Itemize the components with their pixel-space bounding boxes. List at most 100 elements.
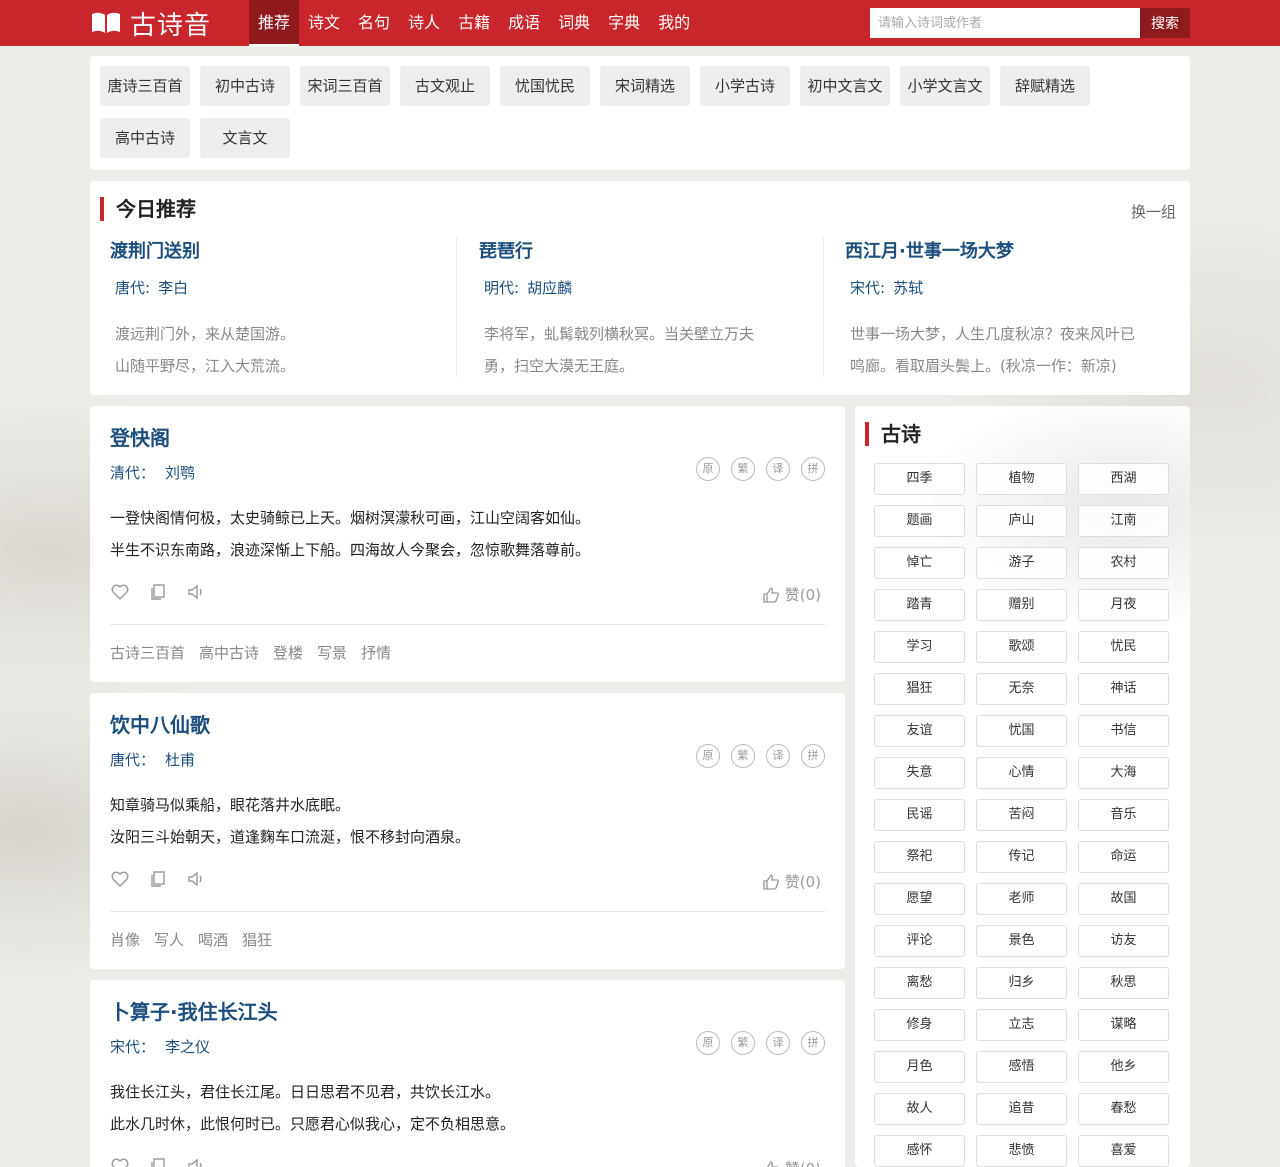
original-text-button[interactable]: 原 xyxy=(696,457,720,481)
author-link[interactable]: 刘鹗 xyxy=(165,464,195,482)
sidebar-tag[interactable]: 四季 xyxy=(874,463,965,495)
like-button[interactable]: 赞(0) xyxy=(761,871,821,892)
sidebar-tag[interactable]: 心情 xyxy=(976,757,1067,789)
sidebar-tag[interactable]: 西湖 xyxy=(1078,463,1169,495)
pinyin-button[interactable]: 拼 xyxy=(801,457,825,481)
sidebar-tag[interactable]: 赠别 xyxy=(976,589,1067,621)
poem-title[interactable]: 卜算子·我住长江头 xyxy=(110,996,278,1025)
sidebar-tag[interactable]: 命运 xyxy=(1078,841,1169,873)
sidebar-tag[interactable]: 友谊 xyxy=(874,715,965,747)
nav-item-classics[interactable]: 古籍 xyxy=(449,0,499,46)
nav-item-recommend[interactable]: 推荐 xyxy=(249,0,300,46)
poem-tag[interactable]: 猖狂 xyxy=(242,929,272,950)
poem-tag[interactable]: 写景 xyxy=(317,642,347,663)
nav-item-poems[interactable]: 诗文 xyxy=(299,0,349,46)
original-text-button[interactable]: 原 xyxy=(696,744,720,768)
category-button[interactable]: 辞赋精选 xyxy=(1000,66,1090,106)
sidebar-tag[interactable]: 春愁 xyxy=(1078,1093,1169,1125)
category-button[interactable]: 宋词三百首 xyxy=(300,66,390,106)
sidebar-tag[interactable]: 音乐 xyxy=(1078,799,1169,831)
sidebar-tag[interactable]: 大海 xyxy=(1078,757,1169,789)
category-button[interactable]: 文言文 xyxy=(200,118,290,158)
category-button[interactable]: 古文观止 xyxy=(400,66,490,106)
poem-tag[interactable]: 高中古诗 xyxy=(199,642,259,663)
sidebar-tag[interactable]: 立志 xyxy=(976,1009,1067,1041)
category-button[interactable]: 高中古诗 xyxy=(100,118,190,158)
sidebar-tag[interactable]: 感悟 xyxy=(976,1051,1067,1083)
sidebar-tag[interactable]: 无奈 xyxy=(976,673,1067,705)
sidebar-tag[interactable]: 老师 xyxy=(976,883,1067,915)
sidebar-tag[interactable]: 谋略 xyxy=(1078,1009,1169,1041)
sidebar-tag[interactable]: 归乡 xyxy=(976,967,1067,999)
sidebar-tag[interactable]: 学习 xyxy=(874,631,965,663)
sidebar-tag[interactable]: 民谣 xyxy=(874,799,965,831)
poem-tag[interactable]: 喝酒 xyxy=(198,929,228,950)
translation-button[interactable]: 译 xyxy=(766,744,790,768)
search-button[interactable]: 搜索 xyxy=(1140,8,1190,38)
sidebar-tag[interactable]: 农村 xyxy=(1078,547,1169,579)
sidebar-tag[interactable]: 猖狂 xyxy=(874,673,965,705)
sidebar-tag[interactable]: 秋思 xyxy=(1078,967,1169,999)
nav-item-characters[interactable]: 字典 xyxy=(599,0,649,46)
sidebar-tag[interactable]: 景色 xyxy=(976,925,1067,957)
nav-item-dictionary[interactable]: 词典 xyxy=(549,0,599,46)
sidebar-tag[interactable]: 访友 xyxy=(1078,925,1169,957)
sidebar-tag[interactable]: 苦闷 xyxy=(976,799,1067,831)
recommend-poem-title[interactable]: 琵琶行 xyxy=(479,237,822,263)
sidebar-tag[interactable]: 故人 xyxy=(874,1093,965,1125)
nav-item-mine[interactable]: 我的 xyxy=(649,0,699,46)
author-link[interactable]: 胡应麟 xyxy=(527,279,572,297)
recommend-poem-title[interactable]: 西江月·世事一场大梦 xyxy=(845,237,1178,263)
poem-tag[interactable]: 抒情 xyxy=(361,642,391,663)
sidebar-tag[interactable]: 修身 xyxy=(874,1009,965,1041)
sidebar-tag[interactable]: 故国 xyxy=(1078,883,1169,915)
author-link[interactable]: 杜甫 xyxy=(165,751,195,769)
speaker-icon[interactable] xyxy=(186,869,206,889)
sidebar-tag[interactable]: 评论 xyxy=(874,925,965,957)
poem-tag[interactable]: 古诗三百首 xyxy=(110,642,185,663)
translation-button[interactable]: 译 xyxy=(766,1031,790,1055)
sidebar-tag[interactable]: 题画 xyxy=(874,505,965,537)
sidebar-tag[interactable]: 歌颂 xyxy=(976,631,1067,663)
refresh-button[interactable]: 换一组 xyxy=(1131,201,1176,222)
traditional-button[interactable]: 繁 xyxy=(731,1031,755,1055)
category-button[interactable]: 小学文言文 xyxy=(900,66,990,106)
like-button[interactable]: 赞(0) xyxy=(761,1158,821,1167)
sidebar-tag[interactable]: 月夜 xyxy=(1078,589,1169,621)
sidebar-tag[interactable]: 月色 xyxy=(874,1051,965,1083)
like-button[interactable]: 赞(0) xyxy=(761,584,821,605)
poem-tag[interactable]: 登楼 xyxy=(273,642,303,663)
nav-item-quotes[interactable]: 名句 xyxy=(349,0,399,46)
sidebar-tag[interactable]: 踏青 xyxy=(874,589,965,621)
copy-icon[interactable] xyxy=(148,1156,168,1167)
author-link[interactable]: 李之仪 xyxy=(165,1038,210,1056)
sidebar-tag[interactable]: 传记 xyxy=(976,841,1067,873)
sidebar-tag[interactable]: 追昔 xyxy=(976,1093,1067,1125)
sidebar-tag[interactable]: 悲愤 xyxy=(976,1135,1067,1167)
recommend-poem-title[interactable]: 渡荆门送别 xyxy=(110,237,450,263)
sidebar-tag[interactable]: 他乡 xyxy=(1078,1051,1169,1083)
logo[interactable]: 古诗音 xyxy=(90,7,211,41)
sidebar-tag[interactable]: 悼亡 xyxy=(874,547,965,579)
heart-icon[interactable] xyxy=(110,582,130,602)
sidebar-tag[interactable]: 忧国 xyxy=(976,715,1067,747)
copy-icon[interactable] xyxy=(148,869,168,889)
sidebar-tag[interactable]: 失意 xyxy=(874,757,965,789)
sidebar-tag[interactable]: 庐山 xyxy=(976,505,1067,537)
sidebar-tag[interactable]: 喜爱 xyxy=(1078,1135,1169,1167)
traditional-button[interactable]: 繁 xyxy=(731,744,755,768)
sidebar-tag[interactable]: 忧民 xyxy=(1078,631,1169,663)
speaker-icon[interactable] xyxy=(186,1156,206,1167)
poem-title[interactable]: 饮中八仙歌 xyxy=(110,709,210,738)
sidebar-tag[interactable]: 书信 xyxy=(1078,715,1169,747)
category-button[interactable]: 小学古诗 xyxy=(700,66,790,106)
author-link[interactable]: 李白 xyxy=(158,279,188,297)
category-button[interactable]: 唐诗三百首 xyxy=(100,66,190,106)
sidebar-tag[interactable]: 植物 xyxy=(976,463,1067,495)
pinyin-button[interactable]: 拼 xyxy=(801,744,825,768)
traditional-button[interactable]: 繁 xyxy=(731,457,755,481)
category-button[interactable]: 初中文言文 xyxy=(800,66,890,106)
sidebar-tag[interactable]: 祭祀 xyxy=(874,841,965,873)
sidebar-tag[interactable]: 感怀 xyxy=(874,1135,965,1167)
speaker-icon[interactable] xyxy=(186,582,206,602)
